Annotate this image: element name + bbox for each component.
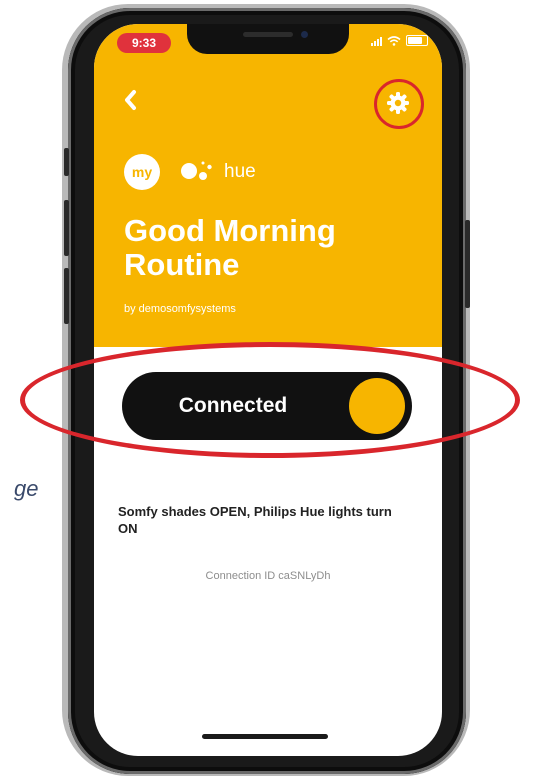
power-button: [465, 220, 470, 308]
applet-description: Somfy shades OPEN, Philips Hue lights tu…: [118, 504, 392, 536]
somfy-my-logo: my: [124, 154, 160, 190]
toggle-highlight-oval: [20, 342, 520, 458]
settings-button[interactable]: [374, 79, 424, 129]
battery-icon: [406, 35, 428, 46]
applet-author: by demosomfysystems: [124, 303, 236, 315]
applet-header: 9:33 my hue Good Morning Routine by demo…: [94, 24, 442, 347]
partial-caption-text: ge: [14, 476, 39, 501]
notch: [187, 24, 349, 54]
speaker-grille: [243, 32, 293, 37]
silent-switch: [64, 148, 69, 176]
cellular-signal-icon: [371, 36, 382, 46]
status-time: 9:33: [117, 33, 171, 53]
chevron-left-icon[interactable]: [120, 86, 140, 114]
status-icons: [371, 35, 428, 46]
applet-title: Good Morning Routine: [124, 213, 336, 282]
home-indicator[interactable]: [202, 734, 328, 739]
service-logos: my hue: [124, 154, 256, 190]
google-assistant-icon: [181, 161, 212, 180]
connection-id: Connection ID caSNLyDh: [205, 570, 331, 582]
volume-down-button: [64, 268, 69, 324]
gear-icon: [387, 92, 409, 114]
wifi-icon: [387, 35, 401, 46]
hue-logo: hue: [224, 161, 256, 182]
volume-up-button: [64, 200, 69, 256]
front-camera: [301, 31, 308, 38]
